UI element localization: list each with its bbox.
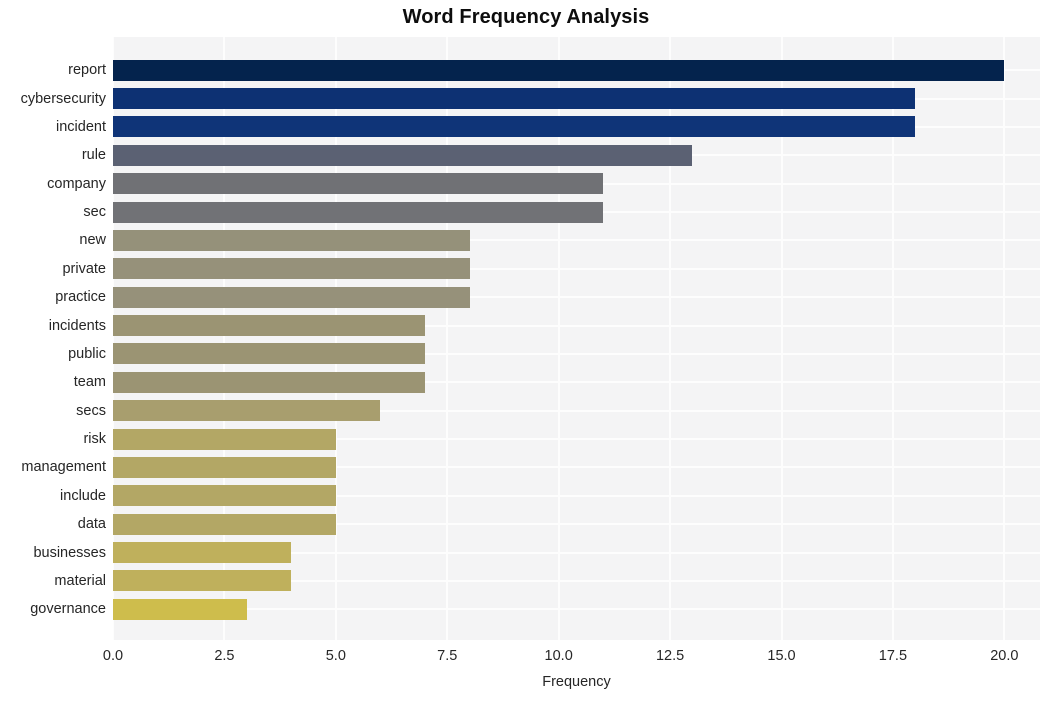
y-axis-tick-label: material (54, 572, 106, 589)
chart-title: Word Frequency Analysis (402, 6, 650, 28)
y-axis-tick-label: risk (83, 431, 106, 448)
y-axis-tick-label: include (60, 487, 106, 504)
x-axis-tick-label: 20.0 (990, 648, 1019, 664)
y-axis-tick-label: sec (83, 204, 106, 221)
y-axis-tick-label: team (73, 374, 106, 391)
plot-area (113, 37, 1040, 640)
x-axis-tick-label: 10.0 (544, 648, 573, 664)
bar (113, 371, 425, 393)
bar (113, 286, 470, 308)
x-axis-title: Frequency (542, 674, 611, 690)
x-axis-tick-label: 2.5 (214, 648, 235, 664)
bar (113, 173, 604, 195)
y-gridline (113, 608, 1040, 611)
y-axis-tick-label: report (68, 62, 106, 79)
y-axis-tick-label: rule (81, 147, 106, 164)
bar (113, 428, 336, 450)
y-axis-labels: report cybersecurity incident rule company se… (0, 37, 106, 640)
y-axis-tick-label: secs (76, 402, 106, 419)
bar (113, 542, 292, 564)
x-axis-tick-label: 5.0 (325, 648, 346, 664)
bar (113, 400, 381, 422)
y-axis-tick-label: cybersecurity (20, 90, 106, 107)
y-axis-tick-label: public (68, 345, 106, 362)
bar (113, 485, 336, 507)
bar (113, 343, 425, 365)
x-axis-tick-label: 7.5 (437, 648, 458, 664)
y-axis-tick-label: incidents (48, 317, 106, 334)
y-axis-tick-label: practice (55, 289, 106, 306)
bar (113, 59, 1005, 81)
bar (113, 116, 916, 138)
bar (113, 88, 916, 110)
y-axis-tick-label: businesses (33, 544, 106, 561)
y-axis-tick-label: management (21, 459, 106, 476)
x-axis-tick-label: 15.0 (767, 648, 796, 664)
y-axis-tick-label: new (79, 232, 106, 249)
bar (113, 258, 470, 280)
bar (113, 456, 336, 478)
bar (113, 315, 425, 337)
y-axis-tick-label: private (62, 260, 106, 277)
x-axis-tick-label: 17.5 (878, 648, 908, 664)
bar (113, 598, 247, 620)
bar (113, 201, 604, 223)
x-axis-tick-label: 0.0 (102, 648, 124, 664)
chart-figure: Word Frequency Analysis report cybersecur… (0, 0, 1052, 701)
y-axis-tick-label: governance (30, 601, 106, 618)
y-axis-tick-label: incident (56, 118, 106, 135)
x-axis-tick-label: 12.5 (655, 648, 685, 664)
bar (113, 144, 693, 166)
bar (113, 513, 336, 535)
y-axis-tick-label: data (77, 516, 106, 533)
y-axis-tick-label: company (47, 175, 106, 192)
bar (113, 229, 470, 251)
x-axis-tick-labels: 0.0 2.5 5.0 7.5 10.0 12.5 15.0 17.5 20.0 (0, 648, 1052, 668)
bar (113, 570, 292, 592)
